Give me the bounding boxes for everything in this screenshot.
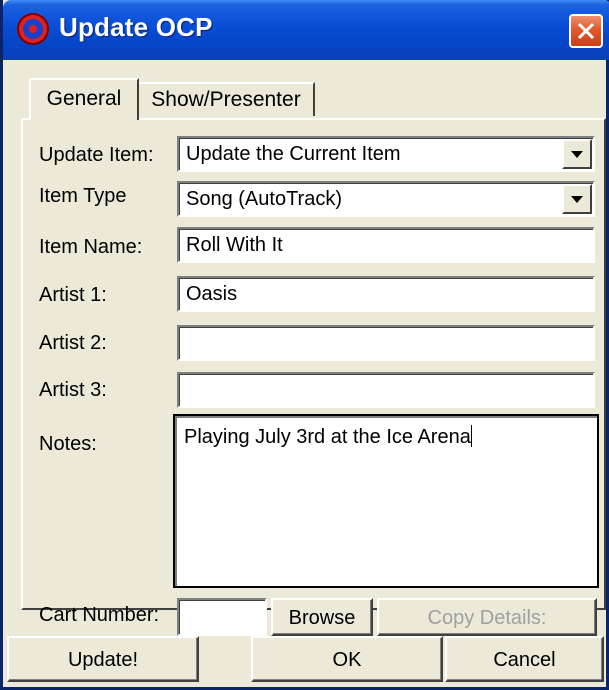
text-caret (470, 425, 472, 447)
item-name-field[interactable]: Roll With It (177, 227, 595, 263)
cancel-button[interactable]: Cancel (445, 636, 604, 682)
copy-details-button[interactable]: Copy Details: (377, 598, 597, 636)
app-logo-icon (17, 13, 49, 45)
artist-3-label: Artist 3: (39, 379, 107, 401)
window-title: Update OCP (59, 12, 213, 42)
artist-1-label: Artist 1: (39, 284, 107, 306)
update-button[interactable]: Update! (7, 636, 199, 682)
cart-number-field[interactable] (177, 598, 267, 636)
tab-general-label: General (46, 87, 122, 110)
item-name-label: Item Name: (39, 236, 143, 258)
update-item-select[interactable]: Update the Current Item (177, 136, 595, 172)
notes-text: Playing July 3rd at the Ice Arena (184, 426, 471, 448)
close-button[interactable] (569, 14, 603, 48)
artist-1-field[interactable]: Oasis (177, 276, 595, 312)
tab-show-presenter[interactable]: Show/Presenter (139, 82, 315, 116)
chevron-down-icon[interactable] (562, 139, 592, 169)
artist-3-field[interactable] (177, 372, 595, 408)
artist-2-field[interactable] (177, 325, 595, 361)
cart-number-label: Cart Number: (39, 604, 160, 626)
close-icon (577, 22, 595, 40)
update-ocp-dialog: Update OCP General Show/Presenter Update… (0, 0, 609, 690)
tab-show-presenter-label: Show/Presenter (151, 88, 301, 111)
notes-label: Notes: (39, 433, 97, 455)
tab-general[interactable]: General (29, 78, 139, 120)
artist-2-label: Artist 2: (39, 332, 107, 354)
item-type-label: Item Type (39, 185, 127, 207)
title-bar[interactable]: Update OCP (3, 0, 609, 60)
browse-button[interactable]: Browse (271, 598, 373, 636)
chevron-down-icon[interactable] (562, 184, 592, 214)
item-type-value: Song (AutoTrack) (186, 188, 342, 210)
item-type-select[interactable]: Song (AutoTrack) (177, 181, 595, 217)
ok-button[interactable]: OK (251, 636, 443, 682)
update-item-label: Update Item: (39, 144, 154, 166)
update-item-value: Update the Current Item (186, 143, 401, 165)
notes-textarea[interactable]: Playing July 3rd at the Ice Arena (173, 414, 599, 588)
